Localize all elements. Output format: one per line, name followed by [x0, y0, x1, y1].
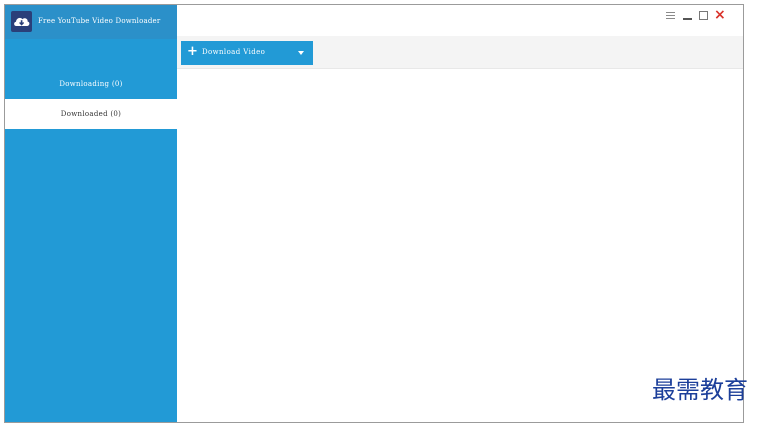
- close-icon[interactable]: ×: [714, 8, 726, 22]
- downloaded-list-area: [177, 69, 743, 422]
- menu-icon[interactable]: [666, 10, 677, 21]
- download-video-button[interactable]: + Download Video: [181, 41, 313, 65]
- watermark-text: 最需教育: [652, 376, 748, 404]
- sidebar: Free YouTube Video Downloader Downloadin…: [5, 5, 177, 422]
- sidebar-item-downloaded[interactable]: Downloaded (0): [5, 99, 177, 129]
- cloud-download-icon: [11, 11, 32, 32]
- window-controls: ×: [666, 8, 726, 22]
- toolbar: + Download Video: [177, 36, 743, 69]
- app-window: Free YouTube Video Downloader Downloadin…: [4, 4, 744, 423]
- maximize-icon[interactable]: [698, 10, 709, 21]
- plus-icon: +: [187, 44, 198, 59]
- download-video-label: Download Video: [202, 48, 266, 56]
- app-title: Free YouTube Video Downloader: [38, 17, 161, 25]
- caret-down-icon[interactable]: [298, 51, 304, 55]
- minimize-icon[interactable]: [682, 10, 693, 21]
- sidebar-item-downloading[interactable]: Downloading (0): [5, 69, 177, 99]
- app-header: Free YouTube Video Downloader: [5, 5, 177, 39]
